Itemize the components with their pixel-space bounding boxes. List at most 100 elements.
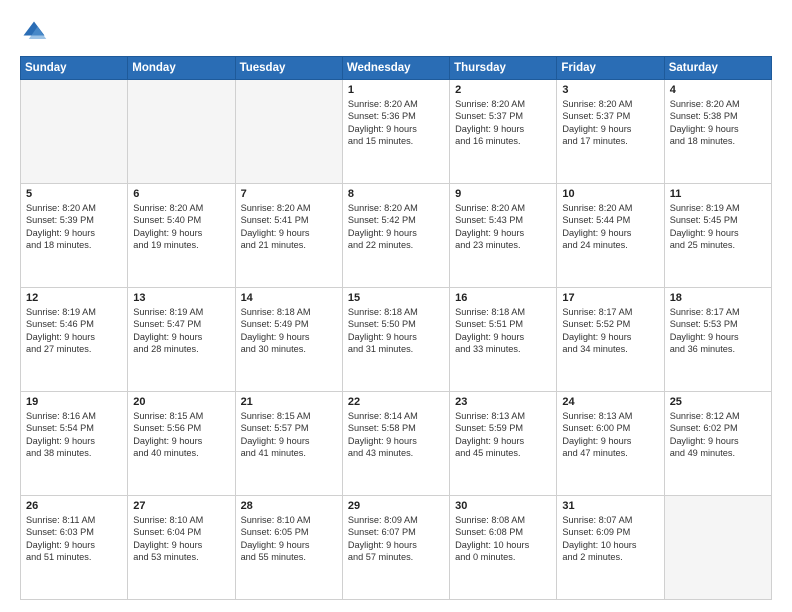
calendar-cell: 13 Sunrise: 8:19 AM Sunset: 5:47 PM Dayli… bbox=[128, 288, 235, 392]
day-number: 11 bbox=[670, 188, 766, 200]
weekday-header: Saturday bbox=[664, 57, 771, 80]
day-number: 13 bbox=[133, 292, 229, 304]
weekday-header: Friday bbox=[557, 57, 664, 80]
calendar-cell bbox=[235, 80, 342, 184]
calendar-cell: 21Sunrise: 8:15 AM Sunset: 5:57 PM Dayli… bbox=[235, 392, 342, 496]
calendar-cell: 28Sunrise: 8:10 AM Sunset: 6:05 PM Dayli… bbox=[235, 496, 342, 600]
day-number: 19 bbox=[26, 396, 122, 408]
cell-info: Sunrise: 8:20 AM Sunset: 5:36 PM Dayligh… bbox=[348, 98, 444, 148]
cell-info: Sunrise: 8:20 AM Sunset: 5:38 PM Dayligh… bbox=[670, 98, 766, 148]
cell-info: Sunrise: 8:15 AM Sunset: 5:56 PM Dayligh… bbox=[133, 410, 229, 460]
cell-info: Sunrise: 8:17 AM Sunset: 5:53 PM Dayligh… bbox=[670, 306, 766, 356]
calendar-cell: 23Sunrise: 8:13 AM Sunset: 5:59 PM Dayli… bbox=[450, 392, 557, 496]
cell-info: Sunrise: 8:20 AM Sunset: 5:39 PM Dayligh… bbox=[26, 202, 122, 252]
day-number: 25 bbox=[670, 396, 766, 408]
weekday-header: Thursday bbox=[450, 57, 557, 80]
day-number: 5 bbox=[26, 188, 122, 200]
calendar-cell: 6 Sunrise: 8:20 AM Sunset: 5:40 PM Daylig… bbox=[128, 184, 235, 288]
day-number: 23 bbox=[455, 396, 551, 408]
calendar-cell: 5 Sunrise: 8:20 AM Sunset: 5:39 PM Daylig… bbox=[21, 184, 128, 288]
calendar-cell: 29Sunrise: 8:09 AM Sunset: 6:07 PM Dayli… bbox=[342, 496, 449, 600]
day-number: 18 bbox=[670, 292, 766, 304]
weekday-header: Sunday bbox=[21, 57, 128, 80]
header bbox=[20, 18, 772, 46]
cell-info: Sunrise: 8:20 AM Sunset: 5:37 PM Dayligh… bbox=[455, 98, 551, 148]
calendar-cell: 17 Sunrise: 8:17 AM Sunset: 5:52 PM Dayli… bbox=[557, 288, 664, 392]
cell-info: Sunrise: 8:08 AM Sunset: 6:08 PM Dayligh… bbox=[455, 514, 551, 564]
day-number: 2 bbox=[455, 84, 551, 96]
day-number: 12 bbox=[26, 292, 122, 304]
cell-info: Sunrise: 8:19 AM Sunset: 5:45 PM Dayligh… bbox=[670, 202, 766, 252]
calendar-cell: 24 Sunrise: 8:13 AM Sunset: 6:00 PM Dayli… bbox=[557, 392, 664, 496]
calendar-cell: 18 Sunrise: 8:17 AM Sunset: 5:53 PM Dayli… bbox=[664, 288, 771, 392]
day-number: 21 bbox=[241, 396, 337, 408]
calendar-week-row: 26 Sunrise: 8:11 AM Sunset: 6:03 PM Dayli… bbox=[21, 496, 772, 600]
page: SundayMondayTuesdayWednesdayThursdayFrid… bbox=[0, 0, 792, 612]
cell-info: Sunrise: 8:18 AM Sunset: 5:49 PM Dayligh… bbox=[241, 306, 337, 356]
calendar-cell: 1Sunrise: 8:20 AM Sunset: 5:36 PM Daylig… bbox=[342, 80, 449, 184]
cell-info: Sunrise: 8:17 AM Sunset: 5:52 PM Dayligh… bbox=[562, 306, 658, 356]
weekday-header: Wednesday bbox=[342, 57, 449, 80]
calendar-cell: 20 Sunrise: 8:15 AM Sunset: 5:56 PM Dayli… bbox=[128, 392, 235, 496]
day-number: 15 bbox=[348, 292, 444, 304]
logo bbox=[20, 18, 52, 46]
calendar-cell: 7 Sunrise: 8:20 AM Sunset: 5:41 PM Daylig… bbox=[235, 184, 342, 288]
calendar-week-row: 5 Sunrise: 8:20 AM Sunset: 5:39 PM Daylig… bbox=[21, 184, 772, 288]
day-number: 22 bbox=[348, 396, 444, 408]
cell-info: Sunrise: 8:19 AM Sunset: 5:47 PM Dayligh… bbox=[133, 306, 229, 356]
calendar-cell: 14 Sunrise: 8:18 AM Sunset: 5:49 PM Dayli… bbox=[235, 288, 342, 392]
calendar-cell: 3Sunrise: 8:20 AM Sunset: 5:37 PM Daylig… bbox=[557, 80, 664, 184]
calendar-cell: 4Sunrise: 8:20 AM Sunset: 5:38 PM Daylig… bbox=[664, 80, 771, 184]
cell-info: Sunrise: 8:20 AM Sunset: 5:44 PM Dayligh… bbox=[562, 202, 658, 252]
calendar-cell: 11 Sunrise: 8:19 AM Sunset: 5:45 PM Dayli… bbox=[664, 184, 771, 288]
day-number: 3 bbox=[562, 84, 658, 96]
calendar-cell bbox=[664, 496, 771, 600]
weekday-header: Monday bbox=[128, 57, 235, 80]
day-number: 27 bbox=[133, 500, 229, 512]
day-number: 31 bbox=[562, 500, 658, 512]
calendar-cell: 15 Sunrise: 8:18 AM Sunset: 5:50 PM Dayli… bbox=[342, 288, 449, 392]
cell-info: Sunrise: 8:07 AM Sunset: 6:09 PM Dayligh… bbox=[562, 514, 658, 564]
cell-info: Sunrise: 8:19 AM Sunset: 5:46 PM Dayligh… bbox=[26, 306, 122, 356]
cell-info: Sunrise: 8:12 AM Sunset: 6:02 PM Dayligh… bbox=[670, 410, 766, 460]
logo-icon bbox=[20, 18, 48, 46]
cell-info: Sunrise: 8:18 AM Sunset: 5:51 PM Dayligh… bbox=[455, 306, 551, 356]
cell-info: Sunrise: 8:20 AM Sunset: 5:42 PM Dayligh… bbox=[348, 202, 444, 252]
cell-info: Sunrise: 8:18 AM Sunset: 5:50 PM Dayligh… bbox=[348, 306, 444, 356]
cell-info: Sunrise: 8:16 AM Sunset: 5:54 PM Dayligh… bbox=[26, 410, 122, 460]
calendar-cell: 27 Sunrise: 8:10 AM Sunset: 6:04 PM Dayli… bbox=[128, 496, 235, 600]
cell-info: Sunrise: 8:20 AM Sunset: 5:40 PM Dayligh… bbox=[133, 202, 229, 252]
calendar-table: SundayMondayTuesdayWednesdayThursdayFrid… bbox=[20, 56, 772, 600]
calendar-cell: 26 Sunrise: 8:11 AM Sunset: 6:03 PM Dayli… bbox=[21, 496, 128, 600]
calendar-cell bbox=[21, 80, 128, 184]
cell-info: Sunrise: 8:11 AM Sunset: 6:03 PM Dayligh… bbox=[26, 514, 122, 564]
day-number: 17 bbox=[562, 292, 658, 304]
calendar-week-row: 19 Sunrise: 8:16 AM Sunset: 5:54 PM Dayli… bbox=[21, 392, 772, 496]
day-number: 10 bbox=[562, 188, 658, 200]
calendar-cell: 2 Sunrise: 8:20 AM Sunset: 5:37 PM Daylig… bbox=[450, 80, 557, 184]
day-number: 7 bbox=[241, 188, 337, 200]
day-number: 16 bbox=[455, 292, 551, 304]
calendar-cell: 19 Sunrise: 8:16 AM Sunset: 5:54 PM Dayli… bbox=[21, 392, 128, 496]
day-number: 20 bbox=[133, 396, 229, 408]
weekday-row: SundayMondayTuesdayWednesdayThursdayFrid… bbox=[21, 57, 772, 80]
calendar-body: 1Sunrise: 8:20 AM Sunset: 5:36 PM Daylig… bbox=[21, 80, 772, 600]
weekday-header: Tuesday bbox=[235, 57, 342, 80]
cell-info: Sunrise: 8:20 AM Sunset: 5:41 PM Dayligh… bbox=[241, 202, 337, 252]
calendar-cell: 25 Sunrise: 8:12 AM Sunset: 6:02 PM Dayli… bbox=[664, 392, 771, 496]
cell-info: Sunrise: 8:13 AM Sunset: 6:00 PM Dayligh… bbox=[562, 410, 658, 460]
cell-info: Sunrise: 8:10 AM Sunset: 6:04 PM Dayligh… bbox=[133, 514, 229, 564]
day-number: 9 bbox=[455, 188, 551, 200]
day-number: 26 bbox=[26, 500, 122, 512]
calendar-cell: 22Sunrise: 8:14 AM Sunset: 5:58 PM Dayli… bbox=[342, 392, 449, 496]
calendar-cell: 16 Sunrise: 8:18 AM Sunset: 5:51 PM Dayli… bbox=[450, 288, 557, 392]
calendar-week-row: 1Sunrise: 8:20 AM Sunset: 5:36 PM Daylig… bbox=[21, 80, 772, 184]
day-number: 30 bbox=[455, 500, 551, 512]
day-number: 14 bbox=[241, 292, 337, 304]
day-number: 6 bbox=[133, 188, 229, 200]
calendar-week-row: 12 Sunrise: 8:19 AM Sunset: 5:46 PM Dayli… bbox=[21, 288, 772, 392]
cell-info: Sunrise: 8:20 AM Sunset: 5:43 PM Dayligh… bbox=[455, 202, 551, 252]
calendar-cell: 31 Sunrise: 8:07 AM Sunset: 6:09 PM Dayli… bbox=[557, 496, 664, 600]
day-number: 24 bbox=[562, 396, 658, 408]
cell-info: Sunrise: 8:10 AM Sunset: 6:05 PM Dayligh… bbox=[241, 514, 337, 564]
